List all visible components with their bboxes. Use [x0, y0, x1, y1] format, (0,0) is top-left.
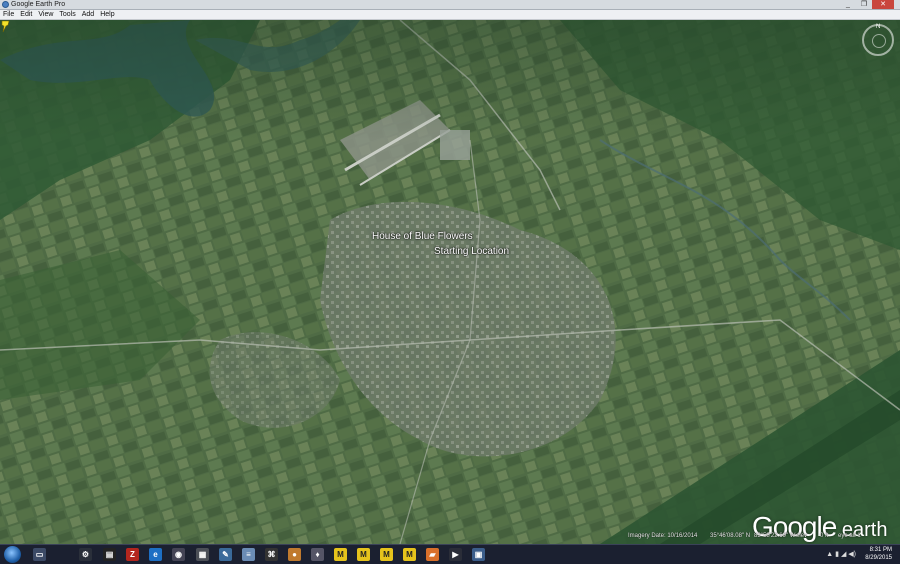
m-icon-3[interactable]: M: [403, 548, 416, 561]
clock-date: 8/29/2015: [865, 555, 892, 561]
film-icon[interactable]: ▤: [103, 548, 116, 561]
menu-file[interactable]: File: [0, 10, 17, 19]
ie-icon[interactable]: e: [149, 548, 162, 561]
window-icon[interactable]: ▭: [33, 548, 46, 561]
window-title: Google Earth Pro: [11, 1, 66, 8]
pacman-icon[interactable]: M: [334, 548, 347, 561]
player-icon[interactable]: ▶: [449, 548, 462, 561]
settings-icon[interactable]: ⚙: [79, 548, 92, 561]
earth-icon[interactable]: ◉: [172, 548, 185, 561]
eye-altitude-label: eye alt 1: [838, 533, 861, 539]
google-earth-app-icon: [2, 1, 9, 8]
window-controls: _ ❐ ✕: [840, 0, 894, 9]
compass-north-label: N: [876, 24, 881, 30]
placemark-label-starting-location[interactable]: Starting Location: [434, 246, 509, 257]
folder-icon[interactable]: ▰: [426, 548, 439, 561]
satellite-imagery: [0, 20, 900, 544]
menu-view[interactable]: View: [35, 10, 56, 19]
maximize-button[interactable]: ❐: [856, 0, 872, 9]
taskbar-clock[interactable]: 8:31 PM 8/29/2015: [865, 546, 892, 562]
eye-altitude-value: 0 ft: [820, 533, 829, 539]
minimize-button[interactable]: _: [840, 0, 856, 9]
menu-add[interactable]: Add: [79, 10, 97, 19]
title-bar: Google Earth Pro _ ❐ ✕: [0, 0, 900, 10]
menu-bar: File Edit View Tools Add Help: [0, 10, 900, 20]
filezilla-icon[interactable]: Z: [126, 548, 139, 561]
m-icon-2[interactable]: M: [380, 548, 393, 561]
satellite-map-view[interactable]: House of Blue Flowers Starting Location …: [0, 20, 900, 544]
system-tray-icons[interactable]: ▲ ▮ ◢ ◀): [826, 550, 856, 558]
paint-icon[interactable]: ✎: [219, 548, 232, 561]
start-button[interactable]: [4, 546, 21, 563]
latitude-readout: 35°46'08.08" N: [710, 533, 751, 539]
windows-taskbar: ▭ ⚙ ▤ Z e ◉ ▦ ✎ ≡ ⌘ ● ♦ M M M M ▰ ▶ ▣ ▲ …: [0, 544, 900, 564]
menu-help[interactable]: Help: [97, 10, 117, 19]
m-icon-1[interactable]: M: [357, 548, 370, 561]
pdf-icon[interactable]: ⌘: [265, 548, 278, 561]
menu-tools[interactable]: Tools: [56, 10, 78, 19]
calculator-icon[interactable]: ▦: [196, 548, 209, 561]
longitude-readout: 83°58'22.69" W: [754, 533, 796, 539]
close-button[interactable]: ✕: [872, 0, 894, 9]
clock-time: 8:31 PM: [869, 547, 892, 553]
pushpin-icon[interactable]: [0, 20, 11, 33]
elevation-label: elev: [796, 533, 808, 539]
photo-icon[interactable]: ▣: [472, 548, 485, 561]
game-icon[interactable]: ♦: [311, 548, 324, 561]
notepad-icon[interactable]: ≡: [242, 548, 255, 561]
menu-edit[interactable]: Edit: [17, 10, 35, 19]
placemark-label-house-of-blue-flowers[interactable]: House of Blue Flowers: [372, 231, 473, 242]
navigation-compass[interactable]: N: [862, 24, 894, 56]
imagery-date: Imagery Date: 10/16/2014: [628, 533, 698, 539]
media-icon[interactable]: ●: [288, 548, 301, 561]
